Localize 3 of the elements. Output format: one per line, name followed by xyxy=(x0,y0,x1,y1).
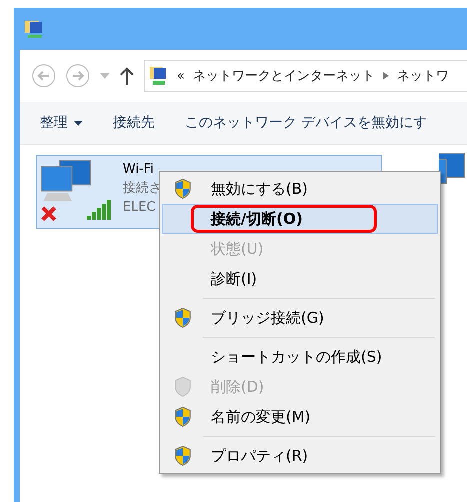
adapter-device: ELEC xyxy=(123,199,157,217)
adapter-name: Wi-Fi xyxy=(123,161,156,179)
adapter-status: 接続さ xyxy=(123,180,162,198)
